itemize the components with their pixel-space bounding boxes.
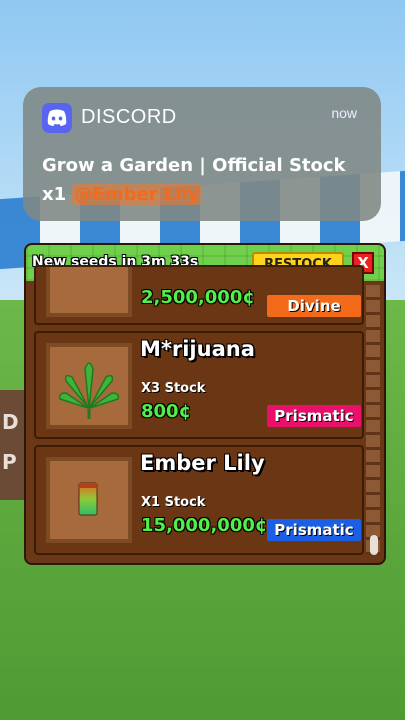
discord-notification[interactable]: DISCORD now Grow a Garden | Official Sto… [23, 87, 381, 221]
seed-card-mrijuana[interactable]: M*rijuana X3 Stock 800¢ Prismatic [34, 331, 364, 439]
seed-price: 800¢ [141, 401, 192, 422]
rarity-badge: Divine [267, 295, 361, 317]
notification-mention[interactable]: @Ember Lily [72, 184, 202, 205]
seed-packet-icon [78, 482, 98, 516]
seed-thumbnail [46, 457, 132, 543]
rarity-badge: Prismatic [267, 405, 361, 427]
rarity-badge: Prismatic [267, 519, 361, 541]
notification-quantity: x1 [42, 184, 67, 205]
seed-price: 15,000,000¢ [141, 515, 268, 536]
cannabis-leaf-icon [58, 362, 120, 419]
seed-thumbnail [46, 343, 132, 429]
seed-stock: X3 Stock [141, 381, 206, 396]
seed-thumbnail [46, 267, 132, 317]
seed-card-divine[interactable]: 2,500,000¢ Divine [34, 265, 364, 325]
app-name: DISCORD [81, 106, 177, 128]
seed-name: Ember Lily [140, 451, 265, 475]
seed-list[interactable]: 2,500,000¢ Divine M*rijuana X3 Stock 800… [26, 265, 384, 563]
notification-time: now [331, 105, 357, 121]
seed-card-ember-lily[interactable]: Ember Lily X1 Stock 15,000,000¢ Prismati… [34, 445, 364, 555]
scroll-rail [366, 285, 380, 555]
notification-body: x1 @Ember Lily [42, 184, 202, 205]
notification-title: Grow a Garden | Official Stock [42, 155, 346, 176]
seed-price: 2,500,000¢ [141, 287, 255, 308]
seed-stock: X1 Stock [141, 495, 206, 510]
scrollbar-thumb[interactable] [370, 535, 378, 555]
seed-name: M*rijuana [140, 337, 255, 361]
discord-logo-icon [42, 103, 72, 133]
seed-shop-panel: New seeds in 3m 33s RESTOCK X 2,500,000¢… [24, 243, 386, 565]
